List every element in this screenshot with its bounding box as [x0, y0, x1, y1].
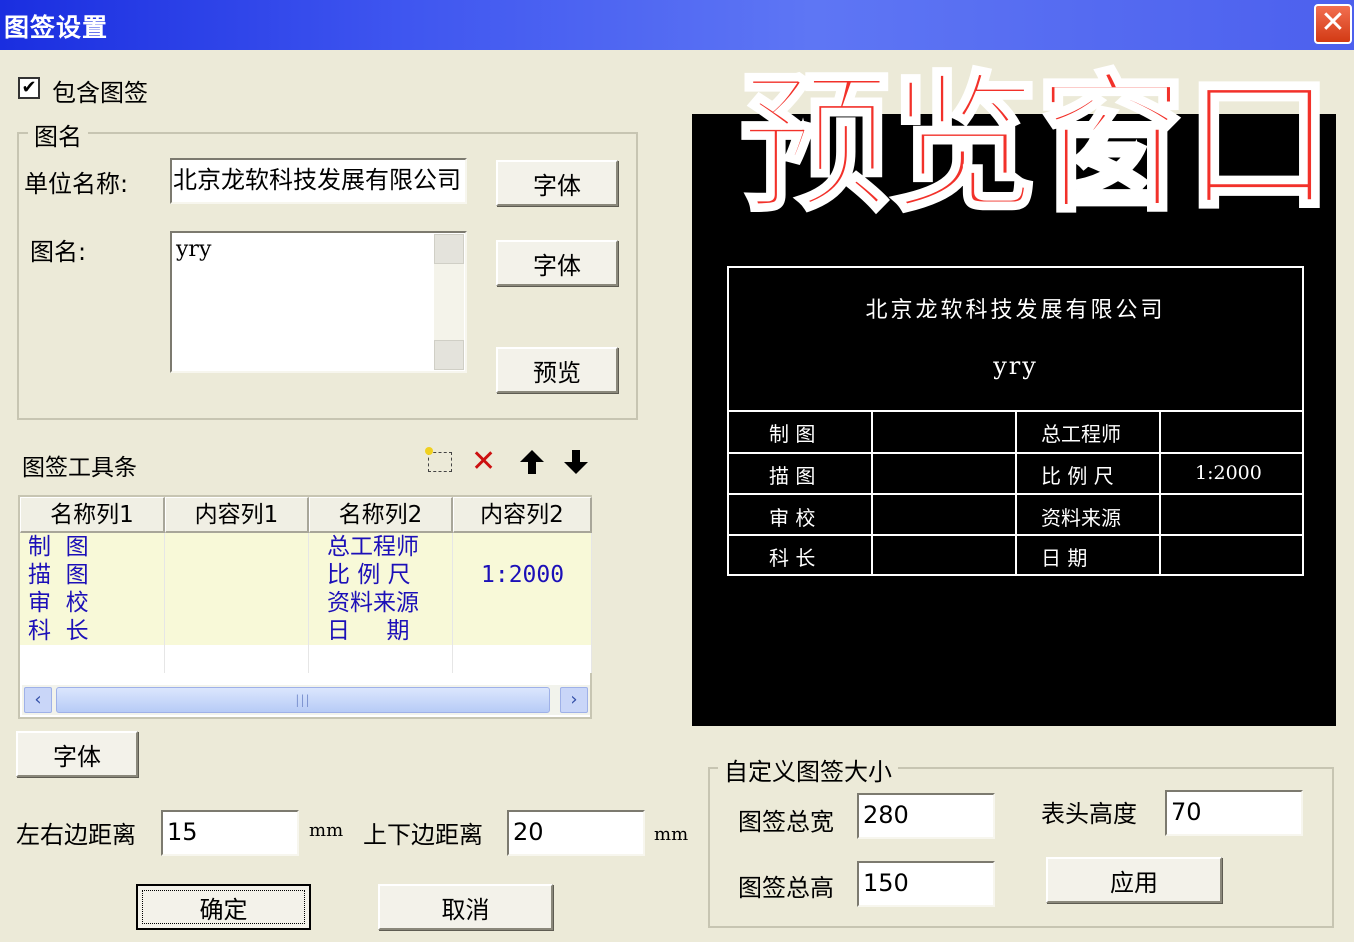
- header-height-label: 表头高度: [1041, 800, 1137, 828]
- preview-cell: 日 期: [1041, 546, 1088, 570]
- title-label: 图名:: [30, 238, 87, 266]
- preview-button[interactable]: 预览: [496, 347, 618, 393]
- scroll-left-icon[interactable]: ‹: [24, 687, 52, 713]
- preview-title: yry: [993, 352, 1038, 380]
- grid-body: 制 图 总工程师 描 图 比 例 尺 1:2000 审 校 资料来源 科 长 日…: [20, 533, 592, 673]
- delete-icon[interactable]: ✕: [471, 444, 496, 479]
- lr-margin-unit: mm: [309, 820, 344, 841]
- table-row[interactable]: 制 图 总工程师: [20, 533, 592, 561]
- scroll-down-button[interactable]: [434, 340, 464, 370]
- unit-font-button[interactable]: 字体: [496, 160, 618, 206]
- preview-cell: 制 图: [769, 422, 816, 446]
- check-icon: ✔: [21, 77, 37, 98]
- grid-column-header[interactable]: 内容列2: [453, 497, 592, 533]
- grid-cell[interactable]: 制 图: [20, 533, 165, 561]
- preview-cell: 审 校: [769, 506, 816, 530]
- lr-margin-input[interactable]: 15: [161, 810, 299, 856]
- scroll-up-button[interactable]: [434, 234, 464, 264]
- preview-company: 北京龙软科技发展有限公司: [865, 298, 1166, 323]
- cancel-button[interactable]: 取消: [378, 884, 553, 930]
- textarea-scrollbar[interactable]: [434, 234, 464, 370]
- grid-column-header[interactable]: 名称列2: [309, 497, 453, 533]
- grid-cell[interactable]: [165, 561, 309, 589]
- close-button[interactable]: ✕: [1314, 4, 1352, 44]
- grid-cell[interactable]: 比 例 尺: [309, 561, 453, 589]
- close-icon: ✕: [1320, 5, 1346, 40]
- ok-button[interactable]: 确定: [136, 884, 311, 930]
- grid-cell[interactable]: 资料来源: [309, 589, 453, 617]
- preview-cell: 描 图: [769, 464, 816, 488]
- grid-cell[interactable]: [453, 533, 592, 561]
- table-row[interactable]: 描 图 比 例 尺 1:2000: [20, 561, 592, 589]
- apply-button[interactable]: 应用: [1046, 857, 1222, 903]
- title-textarea[interactable]: yry: [170, 231, 467, 373]
- grid-cell[interactable]: [165, 589, 309, 617]
- preview-overlay-label: 预览窗口: [738, 58, 1336, 232]
- include-title-block-label: 包含图签: [52, 79, 148, 107]
- preview-cell: 总工程师: [1041, 422, 1121, 446]
- preview-cell: 比 例 尺: [1041, 464, 1114, 488]
- title-bar: [0, 0, 1354, 50]
- preview-cell: 1:2000: [1195, 462, 1262, 484]
- add-row-icon[interactable]: [425, 447, 452, 472]
- grid-column-header[interactable]: 内容列1: [165, 497, 309, 533]
- include-title-block-checkbox[interactable]: ✔: [18, 77, 40, 99]
- title-text: yry: [176, 237, 212, 262]
- preview-title-block: 北京龙软科技发展有限公司 yry 制 图 总工程师 描 图 比 例 尺 1:20…: [727, 266, 1304, 576]
- title-font-button[interactable]: 字体: [496, 240, 618, 286]
- grid-cell[interactable]: 科 长: [20, 617, 165, 645]
- tb-margin-unit: mm: [654, 824, 689, 845]
- grid-header: 名称列1 内容列1 名称列2 内容列2: [20, 497, 592, 533]
- grid-horizontal-scrollbar[interactable]: ‹ ||| ›: [22, 685, 590, 715]
- grid-cell[interactable]: [165, 617, 309, 645]
- total-height-input[interactable]: 150: [857, 861, 995, 907]
- preview-cell: 资料来源: [1041, 506, 1121, 530]
- grid-cell[interactable]: 日 期: [309, 617, 453, 645]
- total-width-label: 图签总宽: [738, 808, 834, 836]
- table-row-empty[interactable]: [20, 645, 592, 673]
- unit-name-label: 单位名称:: [24, 170, 129, 198]
- window-title: 图签设置: [4, 13, 109, 42]
- grid-cell[interactable]: 审 校: [20, 589, 165, 617]
- grid-cell[interactable]: 1:2000: [453, 561, 592, 589]
- scroll-thumb[interactable]: |||: [56, 687, 550, 713]
- grid-cell[interactable]: [453, 617, 592, 645]
- grid-column-header[interactable]: 名称列1: [20, 497, 165, 533]
- table-row[interactable]: 审 校 资料来源: [20, 589, 592, 617]
- name-group-legend: 图名: [28, 117, 88, 152]
- total-width-input[interactable]: 280: [857, 793, 995, 839]
- toolbar-label: 图签工具条: [22, 455, 137, 481]
- grid-font-button[interactable]: 字体: [16, 731, 138, 777]
- size-group-legend: 自定义图签大小: [718, 752, 898, 787]
- header-height-input[interactable]: 70: [1165, 790, 1303, 836]
- field-grid[interactable]: 名称列1 内容列1 名称列2 内容列2 制 图 总工程师 描 图 比 例 尺 1…: [18, 495, 592, 719]
- move-down-icon[interactable]: [562, 448, 590, 476]
- unit-name-input[interactable]: 北京龙软科技发展有限公司: [170, 158, 467, 204]
- table-row[interactable]: 科 长 日 期: [20, 617, 592, 645]
- lr-margin-label: 左右边距离: [16, 821, 136, 849]
- grid-cell[interactable]: 描 图: [20, 561, 165, 589]
- scroll-right-icon[interactable]: ›: [560, 687, 588, 713]
- ok-button-label: 确定: [142, 890, 305, 924]
- move-up-icon[interactable]: [518, 448, 546, 476]
- total-height-label: 图签总高: [738, 874, 834, 902]
- tb-margin-label: 上下边距离: [363, 821, 483, 849]
- preview-cell: 科 长: [769, 546, 816, 570]
- grid-cell[interactable]: 总工程师: [309, 533, 453, 561]
- grid-cell[interactable]: [165, 533, 309, 561]
- grid-cell[interactable]: [453, 589, 592, 617]
- tb-margin-input[interactable]: 20: [507, 810, 645, 856]
